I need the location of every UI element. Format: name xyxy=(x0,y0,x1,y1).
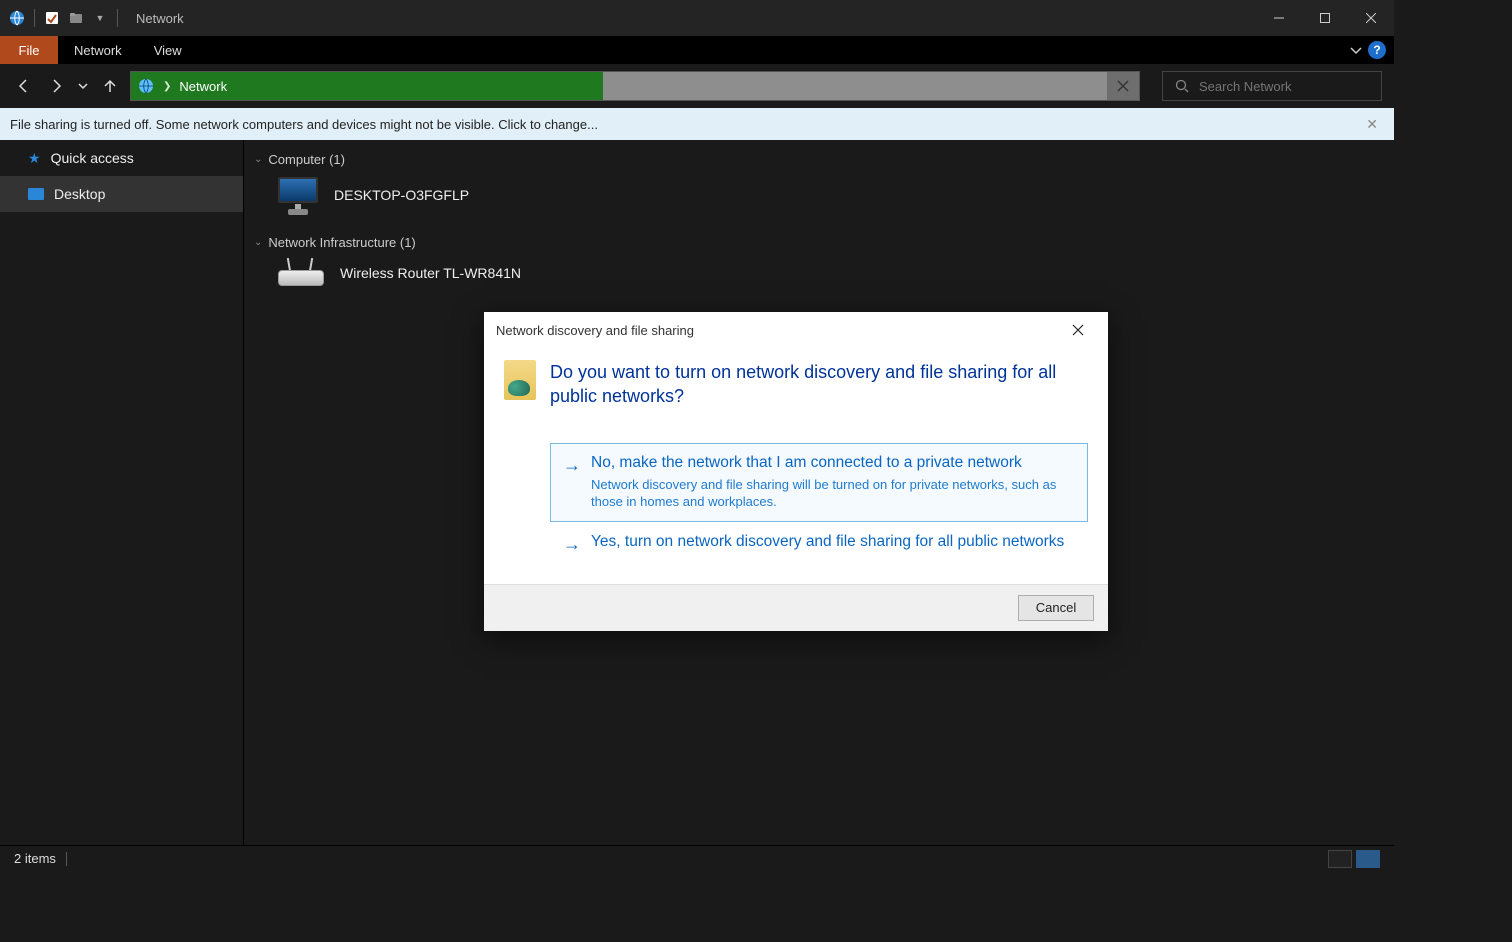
search-input[interactable] xyxy=(1199,79,1381,94)
search-icon xyxy=(1175,79,1189,93)
info-bar-message: File sharing is turned off. Some network… xyxy=(10,117,598,132)
option-title: No, make the network that I am connected… xyxy=(591,454,1075,472)
navigation-bar: ❯ Network xyxy=(0,64,1394,108)
details-view-button[interactable] xyxy=(1328,850,1352,868)
dialog-footer: Cancel xyxy=(484,584,1108,631)
help-icon[interactable]: ? xyxy=(1368,41,1386,59)
dialog-body: Do you want to turn on network discovery… xyxy=(484,348,1108,584)
item-computer[interactable]: DESKTOP-O3FGFLP xyxy=(254,173,1394,231)
forward-button[interactable] xyxy=(44,74,68,98)
cancel-button[interactable]: Cancel xyxy=(1018,595,1094,621)
tab-view[interactable]: View xyxy=(138,36,198,64)
separator xyxy=(66,852,67,866)
address-bar-empty[interactable] xyxy=(603,72,1107,100)
folder-qat-icon[interactable] xyxy=(67,9,85,27)
option-make-private[interactable]: → No, make the network that I am connect… xyxy=(550,443,1088,522)
ribbon-tabs: File Network View ? xyxy=(0,36,1394,64)
explorer-window: ▼ Network File Network View ? xyxy=(0,0,1394,871)
separator xyxy=(34,9,35,27)
search-box[interactable] xyxy=(1162,71,1382,101)
sidebar-item-label: Desktop xyxy=(54,186,105,202)
item-label: DESKTOP-O3FGFLP xyxy=(334,187,469,203)
properties-qat-icon[interactable] xyxy=(43,9,61,27)
item-router[interactable]: Wireless Router TL-WR841N xyxy=(254,256,1394,304)
network-location-icon xyxy=(137,77,155,95)
info-bar[interactable]: File sharing is turned off. Some network… xyxy=(0,108,1394,140)
group-header-network-infrastructure[interactable]: ⌄ Network Infrastructure (1) xyxy=(254,231,1394,256)
desktop-icon xyxy=(28,188,44,200)
computer-icon xyxy=(276,175,320,215)
dialog-titlebar: Network discovery and file sharing xyxy=(484,312,1108,348)
tiles-view-button[interactable] xyxy=(1356,850,1380,868)
arrow-right-icon: → xyxy=(563,535,581,553)
history-dropdown[interactable] xyxy=(76,74,90,98)
qat-dropdown-icon[interactable]: ▼ xyxy=(91,9,109,27)
sidebar-item-label: Quick access xyxy=(51,150,134,166)
network-app-icon xyxy=(8,9,26,27)
status-bar: 2 items xyxy=(0,845,1394,871)
group-header-computer[interactable]: ⌄ Computer (1) xyxy=(254,148,1394,173)
router-icon xyxy=(276,258,326,288)
item-label: Wireless Router TL-WR841N xyxy=(340,265,521,281)
refresh-button[interactable] xyxy=(1107,72,1139,100)
info-bar-close-icon[interactable]: ✕ xyxy=(1360,116,1384,133)
view-switcher xyxy=(1328,850,1380,868)
group-header-label: Network Infrastructure (1) xyxy=(268,235,415,250)
arrow-right-icon: → xyxy=(563,456,581,511)
sidebar-item-desktop[interactable]: Desktop xyxy=(0,176,243,212)
dialog-options: → No, make the network that I am connect… xyxy=(550,443,1088,564)
close-button[interactable] xyxy=(1348,0,1394,36)
star-icon: ★ xyxy=(28,150,41,167)
network-discovery-dialog: Network discovery and file sharing Do yo… xyxy=(484,312,1108,631)
network-sharing-icon xyxy=(504,360,536,400)
address-bar[interactable]: ❯ Network xyxy=(130,71,1140,101)
file-tab[interactable]: File xyxy=(0,36,58,64)
navigation-pane: ★ Quick access Desktop xyxy=(0,140,244,845)
window-controls xyxy=(1256,0,1394,36)
maximize-button[interactable] xyxy=(1302,0,1348,36)
sidebar-item-quick-access[interactable]: ★ Quick access xyxy=(0,140,243,176)
titlebar: ▼ Network xyxy=(0,0,1394,36)
breadcrumb-chevron-icon[interactable]: ❯ xyxy=(163,81,171,92)
minimize-button[interactable] xyxy=(1256,0,1302,36)
group-header-label: Computer (1) xyxy=(268,152,345,167)
up-button[interactable] xyxy=(98,74,122,98)
status-item-count: 2 items xyxy=(14,851,56,866)
back-button[interactable] xyxy=(12,74,36,98)
chevron-down-icon: ⌄ xyxy=(254,154,262,165)
quick-access-toolbar: ▼ Network xyxy=(0,9,184,27)
address-location[interactable]: Network xyxy=(179,79,227,94)
ribbon-collapse-icon[interactable] xyxy=(1350,44,1362,56)
option-turn-on-public[interactable]: → Yes, turn on network discovery and fil… xyxy=(550,522,1088,564)
address-bar-path[interactable]: ❯ Network xyxy=(131,72,603,100)
dialog-close-button[interactable] xyxy=(1060,312,1096,348)
chevron-down-icon: ⌄ xyxy=(254,237,262,248)
separator xyxy=(117,9,118,27)
window-title: Network xyxy=(136,11,184,26)
tab-network[interactable]: Network xyxy=(58,36,138,64)
option-subtitle: Network discovery and file sharing will … xyxy=(591,476,1075,511)
dialog-heading: Do you want to turn on network discovery… xyxy=(550,360,1088,409)
option-title: Yes, turn on network discovery and file … xyxy=(591,533,1064,551)
dialog-title-text: Network discovery and file sharing xyxy=(496,323,694,338)
